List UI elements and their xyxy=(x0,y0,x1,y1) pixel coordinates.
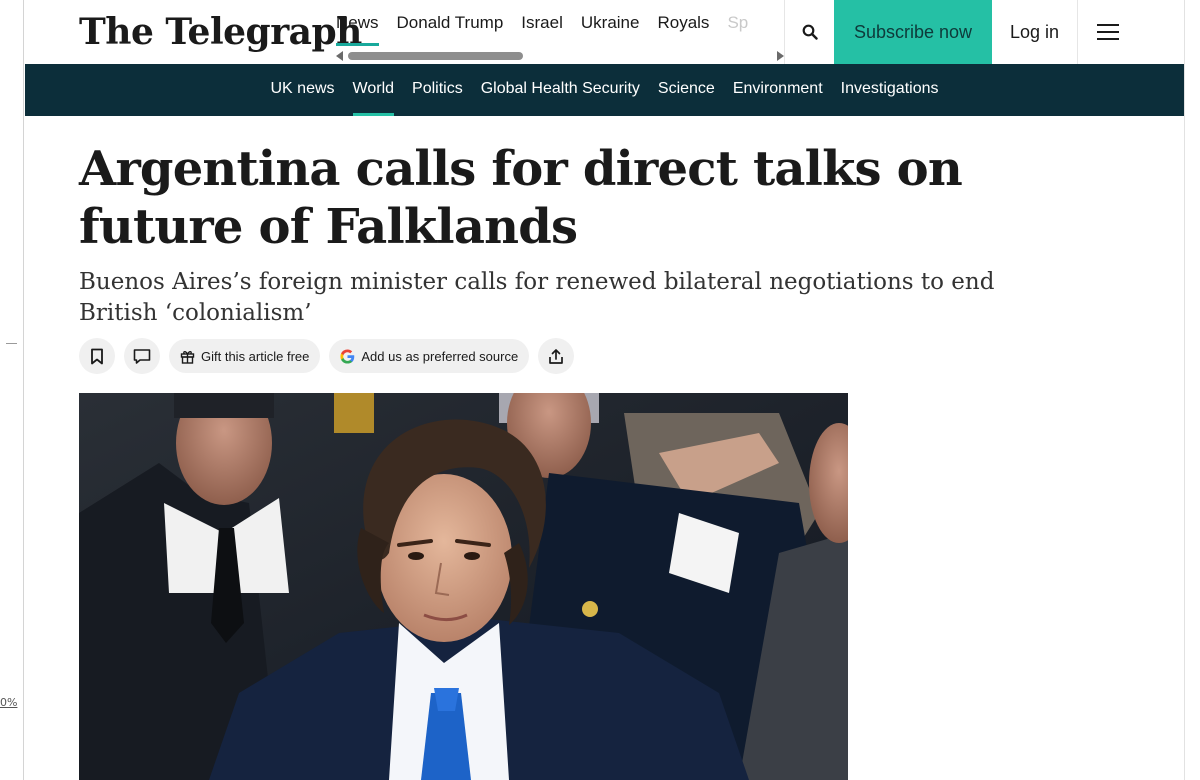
topnav-scrollbar[interactable] xyxy=(336,50,784,62)
section-item-politics[interactable]: Politics xyxy=(403,64,472,116)
gift-article-button[interactable]: Gift this article free xyxy=(169,339,321,373)
topnav-item-ukraine[interactable]: Ukraine xyxy=(572,0,649,46)
topnav-item-donald-trump[interactable]: Donald Trump xyxy=(388,0,513,46)
bookmark-button[interactable] xyxy=(79,338,115,374)
section-item-global-health-security[interactable]: Global Health Security xyxy=(472,64,649,116)
zoom-label[interactable]: 0% xyxy=(0,696,17,709)
comment-button[interactable] xyxy=(124,338,160,374)
section-item-environment[interactable]: Environment xyxy=(724,64,832,116)
bookmark-icon xyxy=(91,348,103,364)
section-nav: UK news World Politics Global Health Sec… xyxy=(25,64,1184,116)
article-standfirst: Buenos Aires’s foreign minister calls fo… xyxy=(79,269,995,326)
scroll-right-icon[interactable] xyxy=(777,51,784,61)
section-bar: UK news World Politics Global Health Sec… xyxy=(25,64,1184,116)
article-actions: Gift this article free Add us as preferr… xyxy=(79,338,575,374)
telegraph-logo[interactable]: The Telegraph xyxy=(79,8,362,56)
share-button[interactable] xyxy=(538,338,575,374)
article-lead-photo xyxy=(79,393,848,780)
comment-icon xyxy=(133,348,151,364)
section-item-investigations[interactable]: Investigations xyxy=(832,64,948,116)
login-button[interactable]: Log in xyxy=(992,0,1078,64)
top-nav: News Donald Trump Israel Ukraine Royals … xyxy=(336,0,784,64)
share-icon xyxy=(549,348,564,364)
hamburger-icon xyxy=(1097,24,1119,40)
right-edge xyxy=(1184,0,1200,780)
masthead: The Telegraph News Donald Trump Israel U… xyxy=(25,0,1184,64)
scrollbar-thumb[interactable] xyxy=(348,52,523,60)
topnav-item-royals[interactable]: Royals xyxy=(648,0,718,46)
search-icon xyxy=(802,24,818,40)
section-item-uk-news[interactable]: UK news xyxy=(262,64,344,116)
google-icon xyxy=(340,348,355,364)
search-button[interactable] xyxy=(784,0,834,64)
section-item-science[interactable]: Science xyxy=(649,64,724,116)
topnav-item-sport[interactable]: Sp xyxy=(718,0,757,46)
preferred-source-button[interactable]: Add us as preferred source xyxy=(329,339,530,373)
page: The Telegraph News Donald Trump Israel U… xyxy=(25,0,1184,780)
lead-photo-illustration xyxy=(79,393,848,780)
gift-icon xyxy=(180,350,195,364)
gutter-tick xyxy=(6,343,17,344)
scroll-left-icon[interactable] xyxy=(336,51,343,61)
preferred-source-label: Add us as preferred source xyxy=(361,348,519,364)
menu-button[interactable] xyxy=(1078,0,1138,64)
section-item-world[interactable]: World xyxy=(344,64,404,116)
gift-article-label: Gift this article free xyxy=(201,348,310,364)
topnav-item-israel[interactable]: Israel xyxy=(512,0,572,46)
browser-gutter: 0% xyxy=(0,0,24,780)
subscribe-button[interactable]: Subscribe now xyxy=(834,0,992,64)
topnav-item-news[interactable]: News xyxy=(336,0,388,46)
article-headline: Argentina calls for direct talks on futu… xyxy=(79,141,963,255)
